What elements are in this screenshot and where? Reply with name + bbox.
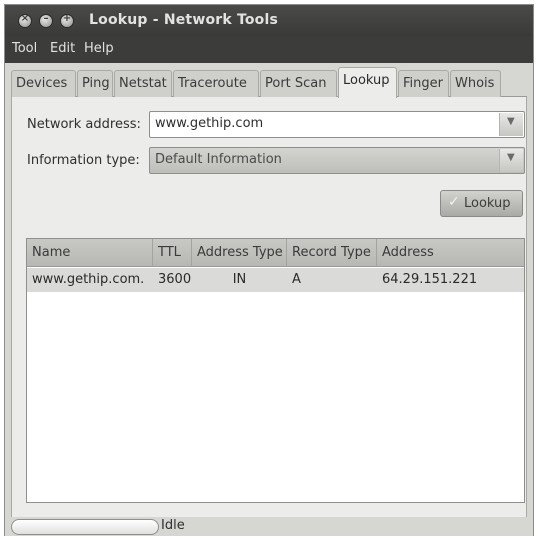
menu-bar: Tool Edit Help	[5, 36, 533, 63]
table-row[interactable]: www.gethip.com. 3600 IN A 64.29.151.221	[27, 268, 524, 292]
title-bar[interactable]: × – + Lookup - Network Tools	[5, 5, 533, 36]
tab-whois[interactable]: Whois	[450, 70, 501, 97]
chevron-down-icon[interactable]: ▼	[499, 113, 523, 136]
network-address-input[interactable]: www.gethip.com	[155, 116, 263, 131]
cell-name: www.gethip.com.	[32, 272, 145, 287]
cell-address-type: IN	[232, 272, 247, 287]
tab-devices[interactable]: Devices	[11, 70, 76, 97]
results-table: Name TTL Address Type Record Type Addres…	[26, 238, 525, 503]
tab-port-scan[interactable]: Port Scan	[260, 70, 337, 97]
column-header-name[interactable]: Name	[27, 239, 153, 267]
network-tools-window: × – + Lookup - Network Tools Tool Edit H…	[4, 4, 534, 536]
minimize-icon[interactable]: –	[39, 13, 53, 28]
menu-tool[interactable]: Tool	[12, 41, 37, 56]
cell-record-type: A	[292, 272, 301, 287]
tab-lookup[interactable]: Lookup	[338, 67, 397, 98]
lookup-button[interactable]: ✓ Lookup	[440, 190, 523, 217]
results-header: Name TTL Address Type Record Type Addres…	[27, 239, 524, 267]
information-type-label: Information type:	[27, 153, 140, 168]
column-header-address-type[interactable]: Address Type	[192, 239, 287, 267]
tab-netstat[interactable]: Netstat	[114, 70, 172, 97]
cell-ttl: 3600	[158, 272, 192, 287]
column-header-ttl[interactable]: TTL	[153, 239, 192, 267]
lookup-button-label: Lookup	[464, 196, 511, 211]
status-bar: Idle	[5, 517, 533, 536]
column-header-record-type[interactable]: Record Type	[287, 239, 377, 267]
tab-finger[interactable]: Finger	[398, 70, 449, 97]
network-address-combo[interactable]: www.gethip.com ▼	[149, 111, 525, 138]
tab-strip: Devices Ping Netstat Traceroute Port Sca…	[11, 67, 527, 98]
window-title: Lookup - Network Tools	[89, 12, 279, 28]
status-text: Idle	[161, 518, 185, 533]
column-header-address[interactable]: Address	[377, 239, 524, 267]
check-icon: ✓	[448, 194, 460, 210]
progress-bar	[11, 519, 159, 535]
information-type-select[interactable]: Default Information ▼	[149, 147, 525, 174]
cell-address: 64.29.151.221	[382, 272, 478, 287]
tab-traceroute[interactable]: Traceroute	[173, 70, 259, 97]
maximize-icon[interactable]: +	[60, 13, 74, 28]
menu-edit[interactable]: Edit	[50, 41, 75, 56]
close-icon[interactable]: ×	[18, 13, 32, 28]
chevron-down-icon[interactable]: ▼	[499, 149, 523, 172]
network-address-label: Network address:	[27, 117, 141, 132]
information-type-value: Default Information	[155, 152, 282, 167]
tab-ping[interactable]: Ping	[77, 70, 113, 97]
menu-help[interactable]: Help	[84, 41, 114, 56]
